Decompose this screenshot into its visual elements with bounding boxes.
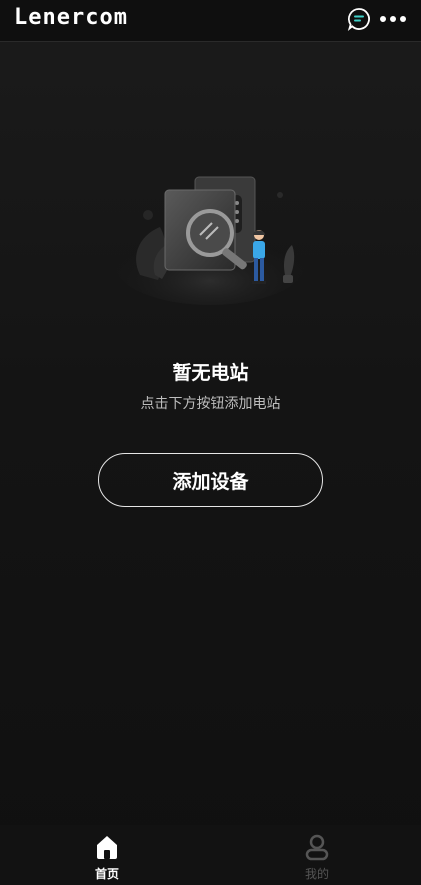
user-icon [305,834,329,861]
tab-home-label: 首页 [94,867,119,881]
device-search-illustration [110,155,310,305]
message-button[interactable] [347,7,371,31]
empty-state-title: 暂无电站 [172,362,249,384]
more-dots-icon [380,16,406,22]
add-device-button[interactable]: 添加设备 [98,453,323,507]
top-bar: Lenercom [0,0,421,42]
home-icon [97,836,117,859]
more-button[interactable] [378,8,408,30]
tab-home[interactable]: 首页 [77,833,137,883]
bottom-tab-bar: 首页 我的 [0,825,421,885]
empty-state-subtitle: 点击下方按钮添加电站 [140,396,281,412]
tab-mine[interactable]: 我的 [287,833,347,883]
tab-mine-label: 我的 [304,867,329,881]
app-logo: Lenercom [14,5,128,30]
chat-bubble-icon [347,8,370,31]
app-screen: Lenercom 暂无电站 点击下方按钮添加电站 添加设备 首页 我的 [0,0,421,885]
